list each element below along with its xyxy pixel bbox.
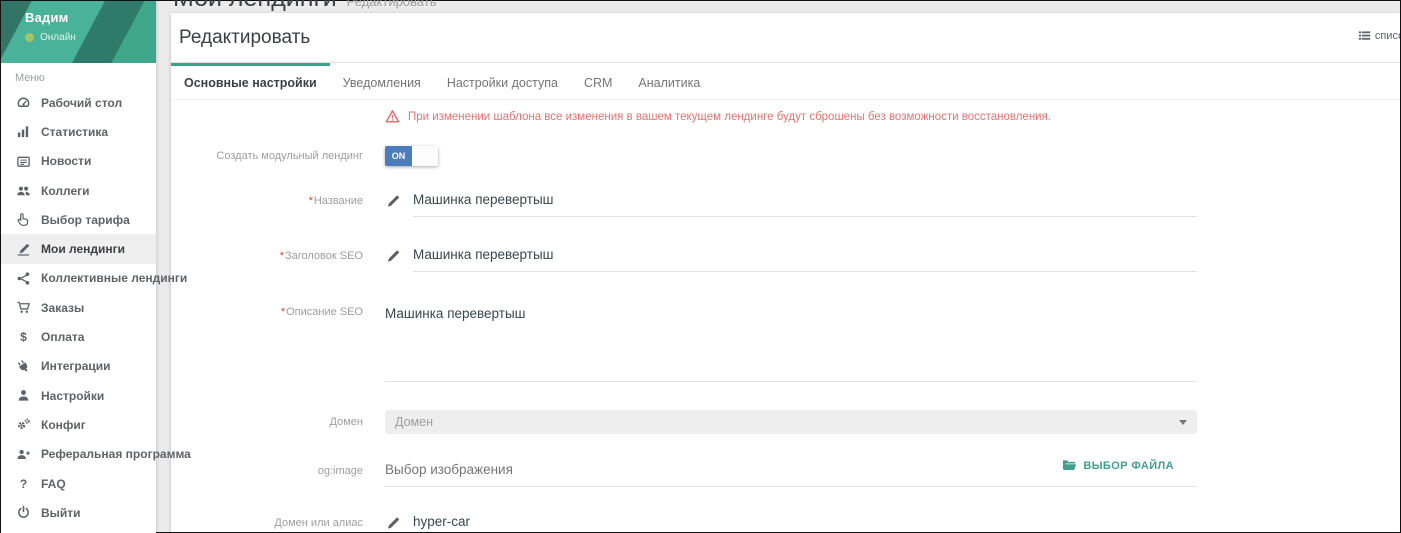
online-status-icon [25,33,34,42]
share-icon [15,271,32,286]
sidebar-item-logout[interactable]: Выйти [1,498,156,527]
alias-input[interactable] [413,514,1197,532]
dollar-icon: $ [15,330,32,344]
sidebar-item-label: Статистика [41,125,108,139]
sidebar-item-referral[interactable]: Реферальная программа [1,440,156,469]
sidebar-item-payment[interactable]: $ Оплата [1,322,156,351]
card-title: Редактировать [179,27,310,49]
tab-analytics[interactable]: Аналитика [625,63,713,99]
choose-file-button[interactable]: ВЫБОР ФАЙЛА [1062,459,1174,472]
sidebar-item-label: Оплата [41,330,84,344]
tab-bar: Основные настройки Уведомления Настройки… [171,63,1400,100]
tab-main-settings[interactable]: Основные настройки [171,63,330,99]
pencil-icon [386,515,402,531]
page-subtitle: Редактировать [347,0,437,9]
sidebar-item-settings[interactable]: Настройки [1,381,156,410]
sidebar-item-colleagues[interactable]: Коллеги [1,176,156,205]
user-plus-icon [15,447,32,462]
modular-landing-toggle[interactable]: ON [385,146,438,166]
hand-pointer-icon [15,212,32,227]
choose-file-label: ВЫБОР ФАЙЛА [1083,460,1174,472]
tab-notifications[interactable]: Уведомления [330,63,434,99]
domain-select[interactable]: Домен [385,410,1197,434]
sidebar-item-label: Рабочий стол [41,96,122,110]
sidebar: Вадим Онлайн Меню Рабочий стол Статистик… [1,1,156,533]
folder-open-icon [1062,459,1077,472]
main-area: Мои лендинги Редактировать Редактировать … [156,1,1400,532]
cogs-icon [15,417,32,432]
tachometer-icon [15,95,32,110]
pencil-icon [386,248,402,264]
sidebar-item-label: Выйти [41,506,81,520]
edit-card: Редактировать список Основные настройки … [171,13,1400,532]
power-icon [15,505,32,520]
sidebar-item-config[interactable]: Конфиг [1,410,156,439]
plug-icon [15,359,32,374]
list-icon [1358,29,1371,42]
warning-text: При изменении шаблона все изменения в ва… [408,111,1051,123]
list-view-button[interactable]: список [1358,29,1400,42]
sidebar-item-dashboard[interactable]: Рабочий стол [1,88,156,117]
tab-access-settings[interactable]: Настройки доступа [434,63,571,99]
page-title: Мои лендинги [173,0,337,12]
seo-title-label: Заголовок SEO [171,247,377,272]
seo-description-label: Описание SEO [171,306,377,382]
seo-description-textarea[interactable]: Машинка перевертыш [385,306,1197,382]
sidebar-item-label: Заказы [41,301,84,315]
question-icon: ? [15,477,32,491]
chevron-down-icon [1179,420,1187,425]
sidebar-item-my-landings[interactable]: Мои лендинги [1,234,156,263]
user-panel: Вадим Онлайн [1,1,156,63]
domain-select-placeholder: Домен [395,415,433,429]
sidebar-item-label: Реферальная программа [41,447,191,461]
name-label: Название [171,192,377,217]
sidebar-item-statistics[interactable]: Статистика [1,117,156,146]
sidebar-item-integrations[interactable]: Интеграции [1,352,156,381]
pencil-icon [386,193,402,209]
cart-icon [15,300,32,315]
tab-crm[interactable]: CRM [571,63,625,99]
list-view-label: список [1375,30,1400,42]
sidebar-item-label: FAQ [41,477,66,491]
toggle-on-segment: ON [385,146,412,166]
alias-label: Домен или алиас [171,514,377,532]
sidebar-item-label: Новости [41,154,91,168]
sidebar-item-label: Коллеги [41,184,90,198]
template-warning: При изменении шаблона все изменения в ва… [385,109,1400,124]
user-name: Вадим [25,10,156,25]
menu-section-label: Меню [1,63,156,88]
breadcrumb: Мои лендинги Редактировать [173,0,436,13]
domain-label: Домен [171,410,377,434]
user-icon [15,388,32,403]
sidebar-item-label: Настройки [41,389,104,403]
modular-landing-label: Создать модульный лендинг [171,150,377,162]
og-image-label: og:image [171,462,377,487]
sidebar-item-label: Выбор тарифа [41,213,130,227]
bar-chart-icon [15,124,32,139]
sidebar-item-collective-landings[interactable]: Коллективные лендинги [1,264,156,293]
sidebar-item-tariff[interactable]: Выбор тарифа [1,205,156,234]
sidebar-item-faq[interactable]: ? FAQ [1,469,156,498]
sidebar-item-orders[interactable]: Заказы [1,293,156,322]
newspaper-icon [15,154,32,169]
sidebar-item-label: Мои лендинги [41,242,125,256]
sidebar-item-label: Коллективные лендинги [41,271,187,285]
edit-icon [15,242,32,257]
name-input[interactable] [413,192,1197,217]
sidebar-item-label: Конфиг [41,418,86,432]
sidebar-item-news[interactable]: Новости [1,147,156,176]
users-icon [15,183,32,198]
sidebar-item-label: Интеграции [41,359,111,373]
toggle-off-segment [412,146,438,166]
user-status: Онлайн [40,32,76,43]
seo-title-input[interactable] [413,247,1197,272]
warning-icon [385,109,400,124]
